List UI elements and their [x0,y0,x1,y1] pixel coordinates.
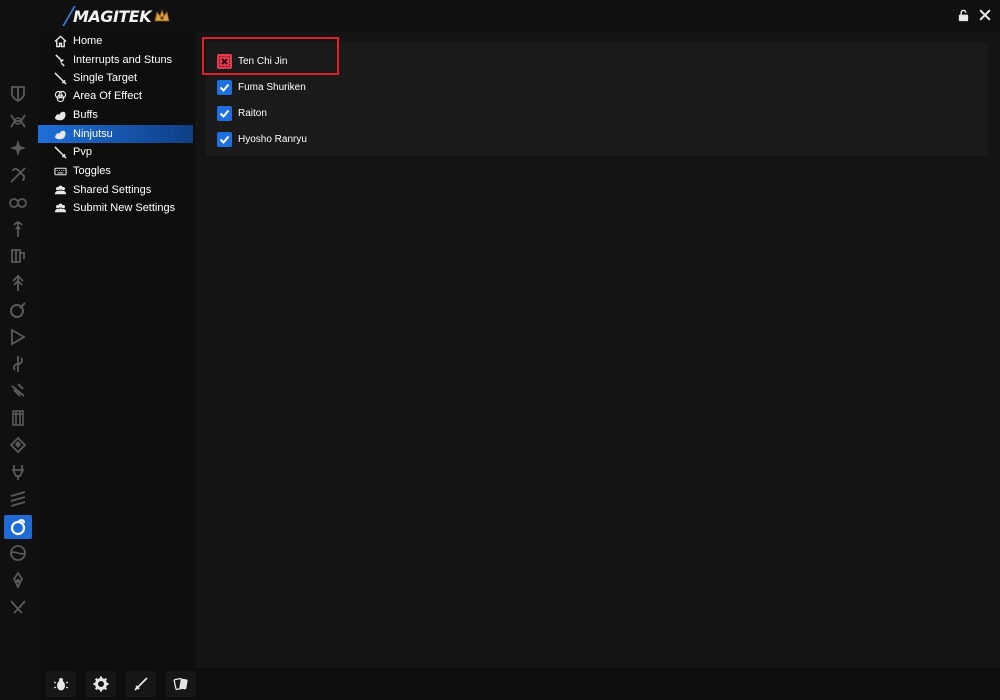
cards-icon[interactable] [166,671,196,697]
nav-item-label: Area Of Effect [73,90,142,102]
monk-icon[interactable] [4,190,32,214]
nav-item-pvp[interactable]: Pvp [38,143,193,161]
nav-item-toggles[interactable]: Toggles [38,162,193,180]
viper-icon[interactable] [4,595,32,619]
checkmark-icon [219,83,230,92]
option-raiton[interactable]: Raiton [217,104,267,122]
users-icon [53,201,67,215]
darkknight-icon[interactable] [4,136,32,160]
users-icon [53,183,67,197]
nav-item-shared-settings[interactable]: Shared Settings [38,181,193,199]
dagger-icon [53,53,67,67]
bug-icon[interactable] [46,671,76,697]
option-label: Raiton [238,107,267,119]
sage-icon[interactable] [4,568,32,592]
checkmark-icon [219,135,230,144]
lock-icon[interactable] [956,8,970,22]
job-rail [0,32,38,700]
gear-icon[interactable] [86,671,116,697]
nav-item-ninjutsu[interactable]: Ninjutsu [38,125,193,143]
nav-item-area-of-effect[interactable]: Area Of Effect [38,87,193,105]
sword-icon [53,71,67,85]
checkbox-checked[interactable] [217,131,232,147]
checkbox-checked[interactable] [217,79,232,95]
logo-text: MAGITEK [73,6,152,26]
whitemage-icon[interactable] [4,460,32,484]
paladin-icon[interactable] [4,82,32,106]
nav-item-label: Ninjutsu [73,128,113,140]
nav-item-label: Submit New Settings [73,202,176,214]
redmage-icon[interactable] [4,433,32,457]
nav-item-label: Toggles [73,165,111,177]
nav-item-label: Single Target [73,72,138,84]
dragoon-icon[interactable] [4,217,32,241]
home-icon [53,34,67,48]
keyboard-icon [53,164,67,178]
muscle-icon [53,108,67,122]
astrologian-icon[interactable] [4,541,32,565]
option-hyosho-ranryu[interactable]: Hyosho Ranryu [217,130,307,148]
machinist-icon[interactable] [4,325,32,349]
app-window: MAGITEK Home Interrupts and Stuns Single… [0,0,1000,700]
blackmage-icon[interactable] [4,379,32,403]
option-label: Hyosho Ranryu [238,133,307,145]
ninja-icon[interactable] [4,515,32,539]
close-icon[interactable] [978,8,992,22]
samurai-icon[interactable] [4,244,32,268]
checkbox-unchecked[interactable] [217,53,232,69]
option-ten-chi-jin[interactable]: Ten Chi Jin [217,52,287,70]
nav-item-interrupts-and-stuns[interactable]: Interrupts and Stuns [38,51,193,69]
muscle-icon [53,127,67,141]
sword-icon[interactable] [126,671,156,697]
nav-item-label: Home [73,35,103,47]
ninjutsu-options-panel: Ten Chi Jin Fuma Shuriken Raiton Hyosho … [206,42,988,156]
content-area: Ten Chi Jin Fuma Shuriken Raiton Hyosho … [196,32,1000,668]
nav-item-label: Interrupts and Stuns [73,54,173,66]
option-fuma-shuriken[interactable]: Fuma Shuriken [217,78,306,96]
nav-item-label: Buffs [73,109,98,121]
nav-item-buffs[interactable]: Buffs [38,106,193,124]
nav-item-label: Shared Settings [73,184,152,196]
scholar-icon[interactable] [4,487,32,511]
reaper-icon[interactable] [4,271,32,295]
bottom-toolbar [38,668,1000,700]
gunbreaker-icon[interactable] [4,163,32,187]
crown-icon [153,7,171,25]
nav-item-home[interactable]: Home [38,32,193,50]
option-label: Fuma Shuriken [238,81,306,93]
nav-item-submit-new-settings[interactable]: Submit New Settings [38,199,193,217]
x-mark-icon [219,55,230,67]
checkbox-checked[interactable] [217,105,232,121]
warrior-icon[interactable] [4,109,32,133]
summoner-icon[interactable] [4,406,32,430]
bard-icon[interactable] [4,298,32,322]
checkmark-icon [219,109,230,118]
settings-nav: Home Interrupts and Stuns Single Target … [38,32,195,668]
app-logo: MAGITEK [62,5,171,27]
option-label: Ten Chi Jin [238,55,288,67]
nav-item-label: Pvp [73,146,92,158]
aoe-icon [53,89,67,103]
sword-icon [53,145,67,159]
dancer-icon[interactable] [4,352,32,376]
nav-item-single-target[interactable]: Single Target [38,69,193,87]
title-bar: MAGITEK [0,0,1000,32]
